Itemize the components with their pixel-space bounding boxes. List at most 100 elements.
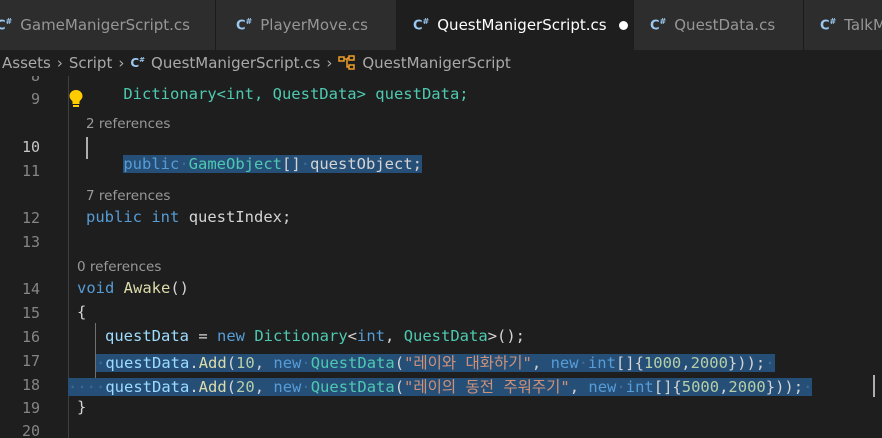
text-cursor [873, 375, 875, 397]
line-number: 14 [21, 280, 40, 298]
line-number: 16 [21, 328, 40, 346]
code-token: QuestData [310, 354, 395, 372]
text-cursor [86, 137, 88, 159]
code-token: ( [394, 354, 405, 372]
chevron-right-icon: › [118, 54, 125, 72]
code-token: []{ [653, 378, 682, 396]
code-token: questObject; [310, 155, 422, 173]
code-token: ( [226, 354, 237, 372]
code-token: 1000 [643, 354, 682, 372]
selection: ·questData.Add(10, new·QuestData("레이와 대화… [96, 354, 775, 372]
code-token: questData [105, 378, 190, 396]
code-token: Dictionary [254, 327, 348, 345]
lightbulb-icon[interactable] [68, 89, 84, 113]
codelens-references[interactable]: 7 references [86, 188, 170, 204]
breadcrumb-script[interactable]: Script [69, 54, 113, 72]
code-token: QuestData [310, 378, 395, 396]
chevron-right-icon: › [56, 54, 63, 72]
code-token: , [385, 327, 404, 345]
codelens-references[interactable]: 2 references [86, 116, 170, 132]
code-token: < [347, 327, 358, 345]
code-line-10: public·GameObject[]·questObject; [86, 137, 422, 191]
breadcrumb-class[interactable]: QuestManigerScript [362, 54, 510, 72]
tab-playermove[interactable]: C# PlayerMove.cs [216, 0, 397, 50]
code-line-17: ·questData.Add(10, new·QuestData("레이와 대화… [96, 351, 775, 373]
code-token: int [587, 354, 616, 372]
code-token: new [550, 354, 579, 372]
code-token: new [217, 327, 245, 345]
editor-tab-bar: C# GameManigerScript.cs C# PlayerMove.cs… [0, 0, 882, 50]
code-editor[interactable]: 8 9 10 11 12 13 14 15 16 17 18 19 20 Dic… [0, 76, 882, 438]
line-number: 13 [21, 233, 40, 251]
code-token: void [77, 279, 115, 297]
code-token: , [569, 378, 589, 396]
code-token: Dictionary<int, QuestData> questData; [123, 85, 469, 103]
code-token: >(); [487, 327, 526, 345]
line-number: 17 [21, 352, 40, 370]
code-token: questData [105, 327, 189, 345]
code-token: questIndex; [188, 208, 292, 226]
code-line-16: questData = new Dictionary<int, QuestDat… [105, 327, 525, 345]
code-token: })); [727, 354, 766, 372]
code-token: "레이와 대화하기" [404, 354, 532, 372]
codelens-references[interactable]: 0 references [77, 259, 161, 275]
code-token: public [86, 208, 142, 226]
selection: ····questData.Add(20, new·QuestData("레이의… [68, 378, 813, 396]
code-token: int [357, 327, 386, 345]
line-number: 15 [21, 304, 40, 322]
code-token: 10 [236, 354, 255, 372]
code-token: GameObject [188, 155, 282, 173]
tab-label: QuestManigerScript.cs [437, 16, 607, 34]
tab-label: PlayerMove.cs [260, 16, 368, 34]
code-token: ( [394, 378, 405, 396]
breadcrumb-assets[interactable]: Assets [2, 54, 51, 72]
code-token: public [123, 155, 180, 173]
line-number: 9 [30, 90, 40, 108]
line-number: 20 [21, 422, 40, 438]
unsaved-dot-icon[interactable] [618, 20, 628, 30]
line-number: 19 [21, 399, 40, 417]
selection: public·GameObject[]·questObject; [123, 155, 422, 173]
code-token: Add [198, 378, 227, 396]
code-line-15: { [77, 303, 87, 321]
code-token: new [273, 378, 302, 396]
tab-gamemanigerscript[interactable]: C# GameManigerScript.cs [0, 0, 216, 50]
code-token: []{ [615, 354, 644, 372]
csharp-icon: C# [236, 16, 253, 34]
code-token: 20 [236, 378, 255, 396]
csharp-icon: C# [650, 16, 667, 34]
line-number: 11 [21, 162, 40, 180]
code-token: ( [226, 378, 237, 396]
code-token: , [719, 378, 729, 396]
class-symbol-icon [338, 55, 356, 71]
line-number: 8 [30, 76, 40, 85]
csharp-icon: C# [130, 56, 146, 70]
code-token: , [254, 378, 274, 396]
code-token: questData [105, 354, 190, 372]
code-line-18: ····questData.Add(20, new·QuestData("레이의… [68, 375, 813, 397]
breadcrumb-file[interactable]: QuestManigerScript.cs [151, 54, 320, 72]
code-token: . [189, 354, 199, 372]
code-line-14: void Awake() [77, 279, 189, 297]
code-token: . [189, 378, 199, 396]
tab-talkm[interactable]: C# TalkM [804, 0, 882, 50]
code-token: new [273, 354, 302, 372]
tab-label: GameManigerScript.cs [20, 16, 190, 34]
code-token: , [531, 354, 551, 372]
tab-questdata[interactable]: C# QuestData.cs [634, 0, 804, 50]
code-token: 2000 [728, 378, 766, 396]
code-token: "레이의 동전 주워주기" [404, 378, 570, 396]
code-token: int [151, 208, 180, 226]
csharp-icon: C# [413, 16, 430, 34]
code-token: , [681, 354, 691, 372]
tab-label: QuestData.cs [674, 16, 776, 34]
code-token: 2000 [690, 354, 728, 372]
code-token: [] [282, 155, 301, 173]
line-number: 10 [21, 138, 40, 156]
csharp-icon: C# [0, 16, 13, 34]
code-token: 5000 [681, 378, 720, 396]
line-number: 18 [21, 376, 40, 394]
csharp-icon: C# [820, 16, 837, 34]
tab-questmanigerscript[interactable]: C# QuestManigerScript.cs [397, 0, 634, 50]
chevron-right-icon: › [326, 54, 333, 72]
